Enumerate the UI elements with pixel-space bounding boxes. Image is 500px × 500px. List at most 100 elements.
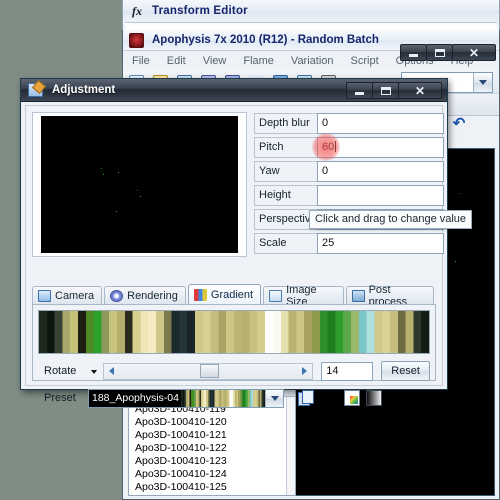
rotate-trackbar[interactable] — [103, 362, 314, 380]
adjustment-dialog[interactable]: Adjustment ✕ Depth blur 0 ↶ Pitch 60 Yaw… — [20, 78, 473, 408]
field-depth-blur[interactable]: Depth blur 0 ↶ — [254, 112, 465, 134]
rotate-label: Rotate — [44, 365, 77, 377]
field-value-pitch: 60 — [322, 140, 335, 153]
adjustment-minimize-button[interactable] — [346, 82, 373, 99]
apophysis-maximize-button[interactable] — [426, 44, 453, 61]
render-dot — [455, 261, 456, 262]
rotate-row: Rotate 14 Reset — [38, 360, 430, 382]
reset-button[interactable]: Reset — [381, 361, 430, 381]
rotate-value-input[interactable]: 14 — [321, 361, 374, 381]
close-icon: ✕ — [414, 83, 426, 98]
flame-select-dropdown-button[interactable] — [473, 73, 492, 92]
field-label-height: Height — [254, 184, 317, 206]
menu-file[interactable]: File — [130, 54, 152, 68]
preset-gradient-preview — [180, 389, 265, 407]
copy-gradient-icon[interactable] — [298, 390, 314, 406]
preview-dot — [116, 211, 117, 212]
chevron-down-icon — [479, 80, 487, 85]
field-label-pitch: Pitch — [254, 136, 317, 158]
field-pitch[interactable]: Pitch 60 — [254, 133, 444, 161]
color-squares-icon — [193, 289, 207, 301]
preset-action-icons — [298, 390, 382, 406]
field-input-height[interactable] — [317, 184, 444, 206]
preset-combo[interactable]: 188_Apophysis-04 — [88, 388, 284, 408]
tab-image-size[interactable]: Image Size — [263, 284, 344, 308]
transform-editor-title: Transform Editor — [152, 5, 248, 17]
menu-script[interactable]: Script — [349, 54, 381, 68]
tab-post-process[interactable]: Post process — [345, 284, 434, 308]
reset-camera-icon[interactable]: ↶ — [450, 114, 468, 132]
trackbar-thumb[interactable] — [199, 364, 219, 378]
transform-editor-window[interactable]: fx Transform Editor — [122, 0, 500, 34]
trackbar-right-arrow[interactable] — [297, 364, 312, 379]
adjustment-window-controls[interactable]: ✕ — [346, 82, 442, 99]
tooltip: Click and drag to change value — [309, 210, 473, 229]
adjustment-edit-icon — [28, 83, 43, 97]
adjustment-titlebar[interactable]: Adjustment ✕ — [21, 79, 447, 102]
chevron-down-icon[interactable] — [91, 370, 97, 374]
preset-dropdown-button[interactable] — [265, 389, 283, 407]
gradient-strip[interactable] — [38, 310, 430, 354]
preset-label: Preset — [44, 392, 76, 404]
maximize-icon — [380, 86, 391, 95]
preview-dot — [101, 168, 102, 169]
list-item[interactable]: Apo3D-100410-122 — [129, 442, 295, 455]
preset-row: Preset 188_Apophysis-04 — [38, 387, 430, 409]
chevron-left-icon — [109, 367, 114, 375]
apophysis-close-button[interactable]: ✕ — [452, 44, 496, 61]
field-input-scale[interactable]: 25 — [317, 232, 444, 254]
preset-value: 188_Apophysis-04 — [89, 389, 181, 407]
list-item[interactable]: Apo3D-100410-124 — [129, 468, 295, 481]
field-input-depth-blur[interactable]: 0 — [317, 112, 444, 134]
adjustment-body: Depth blur 0 ↶ Pitch 60 Yaw 0 Height Per… — [25, 105, 473, 408]
tab-rendering[interactable]: Rendering — [104, 286, 186, 305]
flame-preview-image[interactable] — [41, 116, 238, 253]
menu-edit[interactable]: Edit — [165, 54, 188, 68]
function-fx-icon: fx — [132, 3, 142, 18]
flame-preview-panel[interactable] — [32, 112, 247, 257]
apophysis-minimize-button[interactable] — [400, 44, 427, 61]
field-input-yaw[interactable]: 0 — [317, 160, 444, 182]
preview-dot — [137, 190, 138, 191]
field-label-depth-blur: Depth blur — [254, 112, 317, 134]
close-icon: ✕ — [468, 45, 480, 60]
tab-camera[interactable]: Camera — [32, 286, 103, 305]
transform-editor-titlebar[interactable]: fx Transform Editor — [123, 0, 499, 22]
adjustment-tabs: Camera Rendering Gradient Image Size Pos… — [32, 284, 436, 408]
adjustment-close-button[interactable]: ✕ — [398, 82, 442, 99]
adjustment-maximize-button[interactable] — [372, 82, 399, 99]
apophysis-title: Apophysis 7x 2010 (R12) - Random Batch — [152, 34, 379, 46]
apophysis-flame-icon — [129, 32, 144, 48]
list-item[interactable]: Apo3D-100410-125 — [129, 481, 295, 494]
flame-list-scrollbar[interactable] — [286, 397, 295, 495]
menu-view[interactable]: View — [201, 54, 229, 68]
field-input-pitch[interactable]: 60 — [317, 136, 444, 158]
field-height[interactable]: Height — [254, 184, 444, 206]
image-size-icon — [269, 290, 283, 302]
preview-dot — [103, 174, 104, 175]
preview-dot — [140, 196, 141, 197]
adjustment-title: Adjustment — [52, 84, 116, 96]
tabstrip[interactable]: Camera Rendering Gradient Image Size Pos… — [32, 284, 436, 308]
screen: fx Transform Editor Apophysis 7x 2010 (R… — [0, 0, 500, 500]
tab-label-gradient: Gradient — [210, 289, 254, 301]
chevron-down-icon — [270, 395, 279, 401]
smooth-gradient-icon[interactable] — [366, 390, 382, 406]
list-item[interactable]: Apo3D-100410-120 — [129, 416, 295, 429]
random-gradient-icon[interactable] — [344, 390, 360, 406]
camera-fields: Depth blur 0 ↶ Pitch 60 Yaw 0 Height Per… — [254, 112, 465, 256]
field-scale[interactable]: Scale 25 — [254, 232, 444, 254]
trackbar-left-arrow[interactable] — [104, 364, 119, 379]
list-item[interactable]: Apo3D-100410-121 — [129, 429, 295, 442]
list-item[interactable]: Apo3D-100410-123 — [129, 455, 295, 468]
minimize-icon — [355, 91, 364, 95]
field-yaw[interactable]: Yaw 0 — [254, 160, 444, 182]
menu-flame[interactable]: Flame — [241, 54, 276, 68]
menu-variation[interactable]: Variation — [289, 54, 336, 68]
field-label-perspective: Perspective — [254, 208, 317, 230]
apophysis-window-controls[interactable]: ✕ — [400, 44, 496, 61]
tab-gradient[interactable]: Gradient — [187, 284, 262, 305]
tab-label-camera: Camera — [55, 290, 95, 302]
camera-edit-icon — [38, 290, 51, 302]
tab-label-rendering: Rendering — [127, 290, 178, 302]
